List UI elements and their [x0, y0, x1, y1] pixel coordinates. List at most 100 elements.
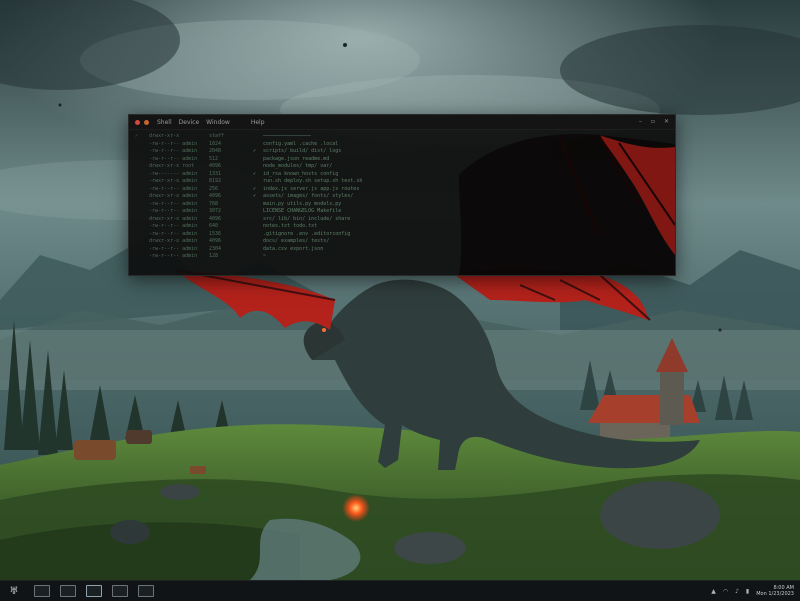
terminal-cell: scripts/ build/ dist/ logs	[263, 148, 342, 154]
terminal-cell	[135, 246, 149, 254]
terminal-cell: 4096	[209, 193, 222, 199]
terminal-cell	[135, 231, 149, 239]
minimize-button[interactable]: –	[639, 119, 642, 125]
terminal-line: -rw-r--r-- admin 512 package.json readme.…	[135, 156, 669, 164]
system-tray: ▲ ◠ ♪ ▮ 8:00 AM Mon 1/23/2023	[711, 585, 794, 597]
terminal-cell: id_rsa known_hosts config	[263, 170, 339, 177]
terminal-cell	[135, 148, 149, 156]
terminal-cell	[135, 216, 149, 224]
clock-date: Mon 1/23/2023	[756, 591, 794, 597]
terminal-output[interactable]: ✓ drwxr-xr-x staff ──────────────── -rw-r-…	[129, 130, 675, 261]
terminal-line: drwxr-xr-x admin 4096 docs/ examples/ tes…	[135, 238, 669, 246]
terminal-cell: 4096	[209, 238, 222, 244]
terminal-cell	[253, 156, 263, 164]
terminal-cell: 1331	[209, 170, 222, 177]
terminal-cell: notes.txt todo.txt	[263, 223, 318, 229]
terminal-cell	[135, 223, 149, 231]
terminal-cell: drwxr-xr-x root	[149, 163, 195, 169]
menu-window[interactable]: Window	[206, 119, 230, 126]
terminal-cell: staff	[209, 133, 225, 139]
terminal-line: -rw-r--r-- admin 2048 ✓ scripts/ build/ di…	[135, 148, 669, 156]
terminal-cell: ✓	[253, 193, 257, 199]
terminal-cell	[253, 238, 263, 246]
wifi-icon[interactable]: ◠	[723, 588, 728, 595]
taskbar: ♅ ▲ ◠ ♪ ▮ 8:00 AM Mon 1/23/2023	[0, 580, 800, 601]
desktop-wallpaper	[0, 0, 800, 580]
terminal-cell: -rw-r--r-- admin	[149, 253, 198, 259]
terminal-cell	[135, 156, 149, 164]
maximize-button[interactable]: ▫	[651, 119, 655, 125]
terminal-cell: ────────────────	[263, 133, 312, 139]
store-app-icon[interactable]	[138, 585, 154, 597]
terminal-cell	[135, 141, 149, 149]
terminal-cell: drwxr-xr-x admin	[149, 193, 198, 199]
terminal-cell	[135, 193, 149, 201]
terminal-cell: 128	[209, 253, 219, 259]
volume-icon[interactable]: ♪	[735, 588, 739, 595]
browser-app-icon[interactable]	[60, 585, 76, 597]
terminal-cell: -rw-r--r-- admin	[149, 223, 198, 229]
terminal-cell: ✓	[135, 133, 139, 139]
minimize-dot-icon[interactable]	[144, 119, 149, 125]
menu-shell[interactable]: Shell	[157, 119, 172, 126]
terminal-line: -rw-r--r-- admin 1024 config.yaml .cache …	[135, 141, 669, 149]
terminal-cell	[135, 238, 149, 246]
terminal-cell: index.js server.js app.js routes	[263, 185, 360, 192]
terminal-line: -rw-r--r-- admin 640 notes.txt todo.txt	[135, 223, 669, 231]
terminal-cell: node_modules/ tmp/ var/	[263, 163, 333, 169]
menu-device[interactable]: Device	[179, 119, 200, 126]
terminal-line: -rwxr-xr-x admin 8192 run.sh deploy.sh se…	[135, 178, 669, 186]
dragon-landscape-image	[0, 0, 800, 580]
terminal-line: -rw-r--r-- admin 2304 data.csv export.jso…	[135, 246, 669, 254]
terminal-cell: package.json readme.md	[263, 155, 330, 162]
terminal-cell: docs/ examples/ tests/	[263, 238, 330, 244]
terminal-cell: -rw-r--r-- admin	[149, 185, 198, 192]
tray-overflow-icon[interactable]: ▲	[711, 588, 716, 595]
terminal-app-icon[interactable]	[86, 585, 102, 597]
start-button[interactable]: ♅	[4, 583, 24, 599]
terminal-cell: data.csv export.json	[263, 245, 324, 252]
window-controls: – ▫ ✕	[639, 119, 669, 125]
terminal-cell: ✓	[253, 170, 257, 177]
terminal-cell: 8192	[209, 178, 222, 184]
terminal-line: -rw-r--r-- admin 128 ~	[135, 253, 669, 261]
terminal-cell	[253, 231, 263, 239]
terminal-cell: drwxr-xr-x admin	[149, 238, 198, 244]
terminal-line: ✓ drwxr-xr-x staff ────────────────	[135, 133, 669, 141]
terminal-cell: -rwxr-xr-x admin	[149, 178, 198, 184]
files-app-icon[interactable]	[34, 585, 50, 597]
terminal-cell: 1536	[209, 230, 222, 237]
terminal-cell: -rw-r--r-- admin	[149, 140, 198, 147]
terminal-cell: LICENSE CHANGELOG Makefile	[263, 208, 342, 214]
terminal-line: -rw-r--r-- admin 256 ✓ index.js server.js …	[135, 186, 669, 194]
terminal-line: drwxr-xr-x root 4096 node_modules/ tmp/ …	[135, 163, 669, 171]
terminal-cell	[135, 171, 149, 179]
terminal-cell: ~	[263, 253, 267, 259]
menu-help[interactable]: Help	[251, 119, 265, 126]
terminal-cell: ✓	[253, 185, 257, 192]
clock[interactable]: 8:00 AM Mon 1/23/2023	[756, 585, 794, 597]
close-button[interactable]: ✕	[664, 119, 669, 125]
terminal-cell: 1024	[209, 140, 222, 147]
terminal-line: -rw------- admin 1331 ✓ id_rsa known_hosts…	[135, 171, 669, 179]
terminal-line: drwxr-xr-x admin 4096 src/ lib/ bin/ incl…	[135, 216, 669, 224]
terminal-cell	[253, 253, 263, 261]
terminal-cell	[135, 178, 149, 186]
terminal-titlebar[interactable]: Shell Device Window Help – ▫ ✕	[129, 115, 675, 130]
terminal-cell: -rw-r--r-- admin	[149, 245, 198, 252]
terminal-cell	[253, 163, 263, 171]
terminal-cell	[135, 186, 149, 194]
terminal-cell: 3072	[209, 208, 222, 214]
terminal-cell: assets/ images/ fonts/ styles/	[263, 193, 354, 199]
terminal-cell	[253, 216, 263, 224]
terminal-cell	[135, 163, 149, 171]
terminal-window[interactable]: Shell Device Window Help – ▫ ✕ ✓ drwxr-xr…	[128, 114, 676, 276]
terminal-cell: -rw------- admin	[149, 170, 198, 177]
battery-icon[interactable]: ▮	[746, 588, 749, 595]
close-dot-icon[interactable]	[135, 119, 140, 125]
terminal-cell: -rw-r--r-- admin	[149, 148, 198, 154]
settings-app-icon[interactable]	[112, 585, 128, 597]
terminal-line: drwxr-xr-x admin 4096 ✓ assets/ images/ fo…	[135, 193, 669, 201]
terminal-line: -rw-r--r-- admin 3072 LICENSE CHANGELOG M…	[135, 208, 669, 216]
terminal-cell: 768	[209, 200, 219, 207]
